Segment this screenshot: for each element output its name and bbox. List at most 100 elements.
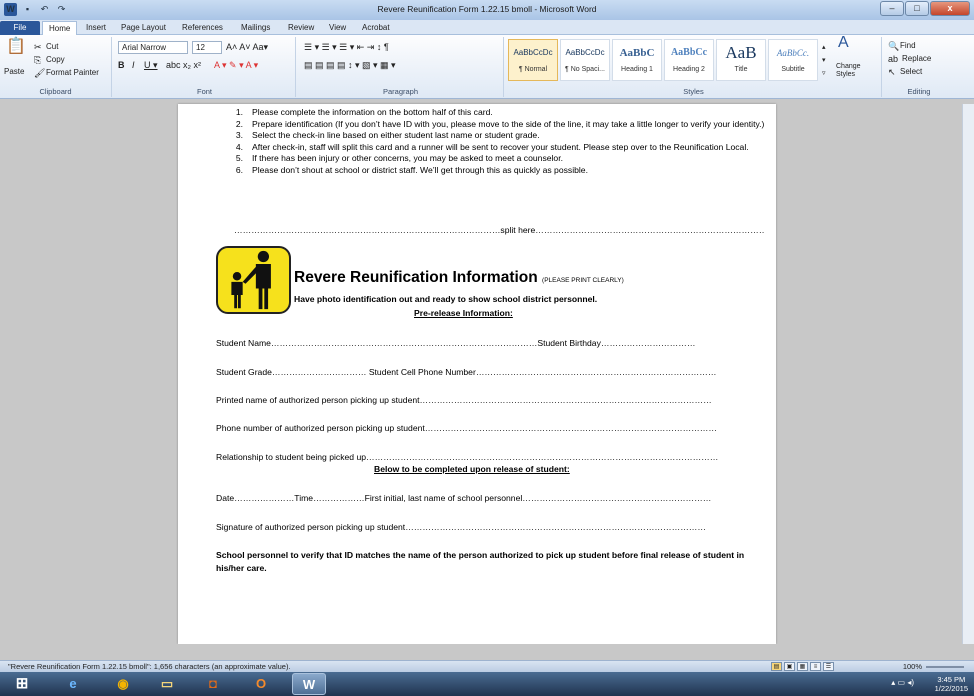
list-text: If there has been injury or other concer… xyxy=(252,153,563,163)
copy-button[interactable]: Copy xyxy=(46,55,65,64)
status-text: "Revere Reunification Form 1.22.15 bmoll… xyxy=(8,662,291,671)
tab-home[interactable]: Home xyxy=(42,21,78,35)
clock-time: 3:45 PM xyxy=(937,675,966,684)
tab-acrobat[interactable]: Acrobat xyxy=(356,21,396,35)
cut-icon[interactable]: ✂ xyxy=(34,41,42,53)
clock[interactable]: 3:45 PM 1/22/2015 xyxy=(935,675,968,693)
web-layout-icon[interactable]: ▦ xyxy=(797,662,808,671)
chrome-icon[interactable]: ◉ xyxy=(106,673,140,695)
select-icon[interactable]: ↖ xyxy=(888,66,896,78)
editing-label: Editing xyxy=(907,87,931,96)
list-text: Prepare identification (If you don’t hav… xyxy=(252,118,765,129)
change-styles-button[interactable]: Change Styles xyxy=(836,63,876,79)
tab-references[interactable]: References xyxy=(176,21,229,35)
zoom-slider[interactable] xyxy=(926,666,964,668)
list-item: 3. Select the check-in line based on eith… xyxy=(230,130,768,142)
grow-font-icon[interactable]: A˄ A˅ Aa▾ xyxy=(226,41,268,53)
style-subtitle[interactable]: AaBbCc. Subtitle xyxy=(768,39,818,81)
relationship-field[interactable]: Relationship to student being picked up…… xyxy=(216,452,764,462)
tab-file[interactable]: File xyxy=(0,21,40,35)
file-explorer-icon[interactable]: ▭ xyxy=(150,673,184,695)
replace-icon[interactable]: ab xyxy=(888,53,898,65)
paste-icon[interactable]: 📋 xyxy=(6,39,26,55)
title-bar: W ▪ ↶ ↷ Revere Reunification Form 1.22.1… xyxy=(0,0,974,20)
strikethrough-icon[interactable]: abc x₂ x² xyxy=(166,59,201,71)
print-layout-icon[interactable]: ▤ xyxy=(771,662,782,671)
paste-button[interactable]: Paste xyxy=(4,67,24,76)
replace-button[interactable]: Replace xyxy=(902,54,931,63)
form-heading: Revere Reunification Information (PLEASE… xyxy=(294,269,624,287)
find-button[interactable]: Find xyxy=(900,41,916,50)
copy-icon[interactable]: ⎘ xyxy=(34,54,41,66)
tab-insert[interactable]: Insert xyxy=(80,21,112,35)
verification-note: School personnel to verify that ID match… xyxy=(216,550,745,573)
style-preview: AaBbCc xyxy=(670,47,708,58)
tab-review[interactable]: Review xyxy=(282,21,320,35)
release-heading: Below to be completed upon release of st… xyxy=(374,464,570,474)
list-item: 2. Prepare identification (If you don’t h… xyxy=(230,119,768,131)
style-preview: AaBbCc. xyxy=(776,48,810,58)
maximize-button[interactable]: □ xyxy=(905,1,929,16)
format-painter-button[interactable]: Format Painter xyxy=(46,68,99,77)
font-label: Font xyxy=(196,87,212,96)
format-painter-icon[interactable]: 🖌 xyxy=(34,67,45,79)
start-button[interactable]: ⊞ xyxy=(4,673,40,695)
list-number: 6. xyxy=(235,164,243,175)
phone-number-field[interactable]: Phone number of authorized person pickin… xyxy=(216,423,764,433)
list-text: Please complete the information on the b… xyxy=(252,107,493,117)
change-styles-icon[interactable]: A xyxy=(838,35,849,51)
cut-button[interactable]: Cut xyxy=(46,42,58,51)
style-name: Heading 1 xyxy=(621,66,653,73)
parent-child-icon xyxy=(216,246,291,314)
student-grade-field[interactable]: Student Grade…………………………… Student Cell Ph… xyxy=(216,367,764,377)
date-time-field[interactable]: Date…………………Time………………First initial, last… xyxy=(216,493,764,503)
styles-scroll-icon[interactable]: ▴ ▾ ▿ xyxy=(822,41,826,80)
tab-page-layout[interactable]: Page Layout xyxy=(115,21,172,35)
style-heading-2[interactable]: AaBbCc Heading 2 xyxy=(664,39,714,81)
find-icon[interactable]: 🔍 xyxy=(888,40,899,52)
bold-icon[interactable]: B xyxy=(118,59,125,71)
close-button[interactable]: x xyxy=(930,1,970,16)
vertical-scrollbar[interactable] xyxy=(962,104,974,644)
outline-icon[interactable]: ≡ xyxy=(810,662,821,671)
font-color-icon[interactable]: A ▾ ✎ ▾ A ▾ xyxy=(214,59,258,71)
word-taskbar-icon[interactable]: W xyxy=(292,673,326,695)
draft-icon[interactable]: ☰ xyxy=(823,662,834,671)
document-page[interactable]: 1. Please complete the information on the… xyxy=(178,104,776,644)
italic-icon[interactable]: I xyxy=(132,59,135,71)
zoom-level[interactable]: 100% xyxy=(903,661,922,672)
font-family-select[interactable]: Arial Narrow xyxy=(118,41,188,54)
list-number: 3. xyxy=(235,130,243,140)
status-bar: "Revere Reunification Form 1.22.15 bmoll… xyxy=(0,660,974,672)
office-icon[interactable]: O xyxy=(244,673,278,695)
style-normal[interactable]: AaBbCcDc ¶ Normal xyxy=(508,39,558,81)
select-button[interactable]: Select xyxy=(900,67,922,76)
style-name: Subtitle xyxy=(781,66,805,73)
style-heading-1[interactable]: AaBbC Heading 1 xyxy=(612,39,662,81)
list-item: 4. After check-in, staff will split this … xyxy=(230,142,768,154)
heading-text: Revere Reunification Information xyxy=(294,269,538,286)
style-preview: AaBbCcDc xyxy=(513,48,553,57)
style-no-spacing[interactable]: AaBbCcDc ¶ No Spaci... xyxy=(560,39,610,81)
style-preview: AaB xyxy=(725,43,757,62)
minimize-button[interactable]: – xyxy=(880,1,904,16)
editing-group: 🔍 Find ab Replace ↖ Select Editing xyxy=(884,37,954,97)
student-name-field[interactable]: Student Name…………………………………………………………………………… xyxy=(216,338,764,348)
style-name: Heading 2 xyxy=(673,66,705,73)
tab-view[interactable]: View xyxy=(323,21,352,35)
printed-name-field[interactable]: Printed name of authorized person pickin… xyxy=(216,395,764,405)
outlook-icon[interactable]: ◘ xyxy=(196,673,230,695)
font-size-select[interactable]: 12 xyxy=(192,41,222,54)
style-preview: AaBbCcDc xyxy=(565,48,605,57)
style-title[interactable]: AaB Title xyxy=(716,39,766,81)
internet-explorer-icon[interactable]: e xyxy=(56,673,90,695)
full-screen-icon[interactable]: ▣ xyxy=(784,662,795,671)
tab-mailings[interactable]: Mailings xyxy=(235,21,276,35)
split-line: …………………………………………………………………………………split her… xyxy=(234,225,764,235)
align-left-icon[interactable]: ▤ ▤ ▤ ▤ ↕ ▾ ▧ ▾ ▦ ▾ xyxy=(304,59,396,71)
list-number: 4. xyxy=(235,141,243,152)
styles-label: Styles xyxy=(683,87,704,96)
signature-field[interactable]: Signature of authorized person picking u… xyxy=(216,522,764,532)
underline-icon[interactable]: U ▾ xyxy=(144,59,158,71)
bullets-icon[interactable]: ☰ ▾ ☰ ▾ ☰ ▾ ⇤ ⇥ ↕ ¶ xyxy=(304,41,389,53)
